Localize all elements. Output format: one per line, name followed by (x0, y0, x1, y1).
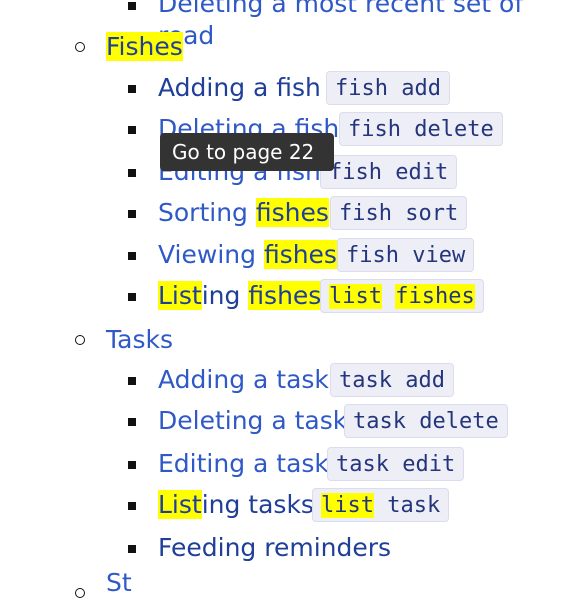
search-highlight: fishes (248, 281, 322, 310)
list-bullet (128, 418, 136, 426)
toc-link-deleting-task[interactable]: Deleting a task (158, 405, 347, 437)
section-bullet (75, 588, 85, 598)
list-bullet (128, 169, 136, 177)
link-text: Sorting (158, 198, 256, 227)
list-bullet (128, 126, 136, 134)
section-bullet (75, 335, 85, 345)
search-highlight: Fishes (106, 32, 183, 61)
toc-link-tasks[interactable]: Tasks (106, 324, 173, 356)
toc-link-listing-fishes[interactable]: Listing fishes (158, 280, 322, 312)
link-text: ing (201, 281, 249, 310)
search-highlight: List (158, 281, 202, 310)
command-code-task-add: task add (330, 363, 454, 397)
command-code-task-edit: task edit (327, 447, 465, 481)
toc-link-adding-fish[interactable]: Adding a fish (158, 72, 321, 104)
code-text: task (373, 493, 441, 518)
command-code-fish-add: fish add (326, 71, 450, 105)
toc-link-deleting-most-recent[interactable]: Deleting a most recent set of read (158, 0, 564, 52)
list-bullet (128, 461, 136, 469)
section-bullet (75, 42, 85, 52)
command-code-fish-delete: fish delete (339, 112, 503, 146)
command-code-list-fishes: list fishes (320, 279, 484, 313)
search-highlight: fishes (255, 198, 329, 227)
list-bullet (128, 545, 136, 553)
command-code-fish-edit: fish edit (320, 155, 458, 189)
toc-link-editing-task[interactable]: Editing a task (158, 448, 329, 480)
command-code-fish-sort: fish sort (330, 196, 468, 230)
search-highlight: fishes (263, 240, 337, 269)
toc-link-adding-task[interactable]: Adding a task (158, 364, 329, 396)
command-code-fish-view: fish view (337, 238, 475, 272)
command-code-list-task: list task (312, 488, 450, 522)
search-highlight: list (321, 493, 374, 518)
link-text: Viewing (158, 240, 264, 269)
list-bullet (128, 293, 136, 301)
list-bullet (128, 502, 136, 510)
command-code-task-delete: task delete (344, 404, 508, 438)
toc-link-viewing-fishes[interactable]: Viewing fishes (158, 239, 337, 271)
toc-link-feeding-reminders[interactable]: Feeding reminders (158, 532, 391, 564)
go-to-page-tooltip: Go to page 22 (160, 133, 334, 171)
toc-link-sorting-fishes[interactable]: Sorting fishes (158, 197, 329, 229)
search-highlight: List (158, 490, 202, 519)
toc-link-fishes[interactable]: Fishes (106, 31, 183, 63)
list-bullet (128, 85, 136, 93)
list-bullet (128, 377, 136, 385)
link-text: ing tasks (201, 490, 314, 519)
list-bullet (128, 252, 136, 260)
list-bullet (128, 210, 136, 218)
toc-link-next-section[interactable]: St (106, 567, 132, 599)
search-highlight: fishes (395, 284, 475, 309)
search-highlight: list (329, 284, 382, 309)
list-bullet (128, 2, 136, 10)
toc-link-listing-tasks[interactable]: Listing tasks (158, 489, 314, 521)
